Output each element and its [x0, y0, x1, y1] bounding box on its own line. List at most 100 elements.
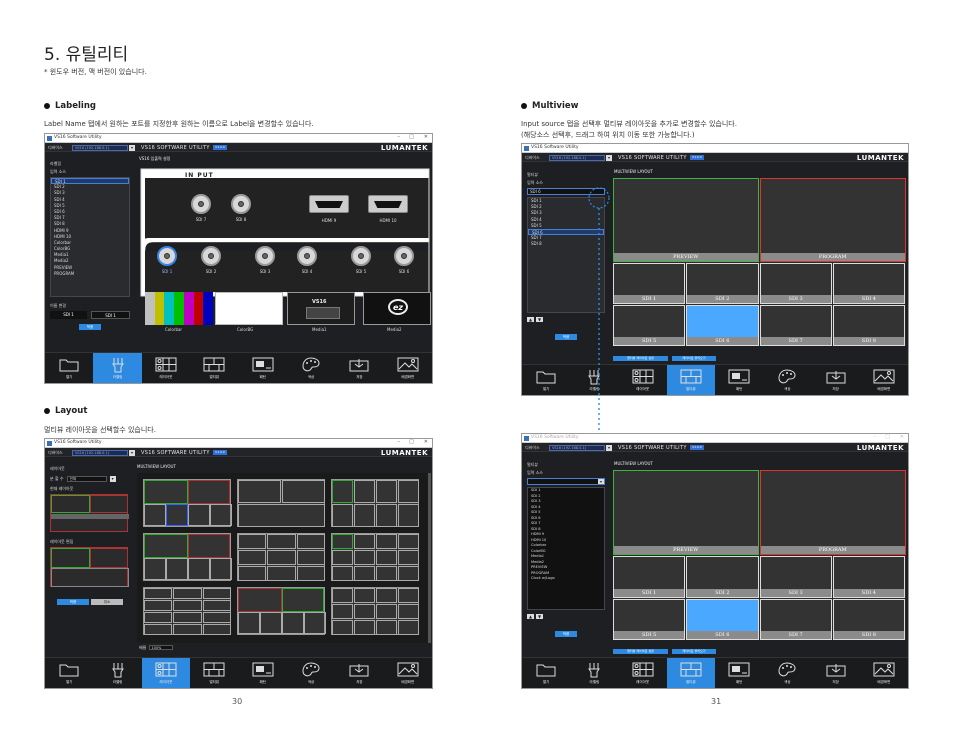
layout-thumbnail[interactable]	[237, 533, 325, 581]
multiview-layout[interactable]: PREVIEW PROGRAM SDI 1 SDI 2 SDI 3 SDI 4 SDI 5S…	[613, 178, 906, 346]
toolbar-button-pattern[interactable]: 패턴	[715, 658, 763, 688]
source-cell[interactable]: SDI 1	[613, 556, 686, 598]
toolbar-button-layout[interactable]: 레이아웃	[141, 658, 191, 688]
minimize-button[interactable]: –	[398, 134, 401, 140]
bnc-connector-icon[interactable]	[231, 194, 251, 214]
chevron-down-icon[interactable]: ▾	[606, 155, 612, 161]
toolbar-button-save[interactable]: 저장	[812, 365, 860, 395]
device-select[interactable]: VS16 (192.168.0.1)	[549, 155, 605, 161]
source-cell[interactable]: SDI 5	[613, 598, 686, 640]
layout-setting-button[interactable]: 멀티뷰 레이아웃 설정	[613, 356, 668, 361]
layout-thumbnail[interactable]	[331, 479, 419, 527]
scroll-down-button[interactable]: ▼	[536, 614, 543, 619]
layout-thumbnail[interactable]	[143, 533, 232, 581]
source-cell[interactable]: SDI 2	[686, 556, 759, 598]
preview-cell[interactable]: PREVIEW	[613, 178, 759, 262]
chevron-down-icon[interactable]: ▾	[109, 476, 116, 482]
toolbar-button-labeling[interactable]: 라벨링	[93, 658, 141, 688]
source-list[interactable]: SDI 1 SDI 2 SDI 3 SDI 4 SDI 5 SDI 6 SDI 7 SDI 8…	[50, 177, 130, 297]
source-cell[interactable]: SDI 8	[832, 598, 905, 640]
toolbar-button-wallpaper[interactable]: 배경화면	[384, 353, 432, 383]
layout-gallery[interactable]	[137, 473, 431, 643]
close-button[interactable]: ✕	[424, 439, 428, 445]
hdmi-port-icon[interactable]	[309, 195, 349, 213]
source-cell[interactable]: SDI 6	[686, 305, 759, 346]
layout-thumbnail[interactable]	[237, 587, 326, 635]
toolbar-button-multiview[interactable]: 멀티뷰	[666, 365, 715, 395]
source-cell[interactable]: SDI 7	[759, 305, 832, 346]
layout-thumbnail[interactable]	[331, 533, 419, 581]
program-cell[interactable]: PROGRAM	[759, 178, 906, 262]
toolbar-button-pattern[interactable]: 패턴	[239, 658, 287, 688]
source-select[interactable]: ▾	[527, 478, 605, 485]
close-button[interactable]: ✕	[900, 434, 904, 440]
toolbar-button-multiview[interactable]: 멀티뷰	[666, 658, 715, 688]
toolbar-button-folder[interactable]: 열기	[45, 658, 93, 688]
chevron-down-icon[interactable]: ▾	[598, 479, 604, 484]
toolbar-button-palette[interactable]: 색상	[287, 658, 335, 688]
rename-input[interactable]: SDI 1	[91, 311, 130, 319]
maximize-button[interactable]: □	[885, 434, 890, 440]
toolbar-button-labeling[interactable]: 라벨링	[570, 658, 618, 688]
source-cell[interactable]: SDI 8	[832, 305, 905, 346]
toolbar-button-layout[interactable]: 레이아웃	[619, 658, 667, 688]
toolbar-button-save[interactable]: 저장	[335, 658, 383, 688]
device-select[interactable]: VS16 (192.168.0.1)	[72, 450, 128, 456]
toolbar-button-save[interactable]: 저장	[335, 353, 383, 383]
source-dropdown-list[interactable]: SDI 1 SDI 2 SDI 3 SDI 4 SDI 5 SDI 6 SDI 7 SDI 8…	[527, 487, 605, 610]
apply-button[interactable]: 적용	[555, 334, 577, 340]
split-select[interactable]: 전체	[66, 476, 107, 482]
scroll-down-button[interactable]: ▼	[536, 317, 543, 322]
source-cell[interactable]: SDI 3	[759, 263, 832, 304]
toolbar-button-multiview[interactable]: 멀티뷰	[190, 353, 238, 383]
edit-layout-preview[interactable]	[50, 547, 129, 587]
chevron-down-icon[interactable]: ▾	[129, 450, 135, 456]
cancel-button[interactable]: 취소	[91, 599, 123, 605]
chevron-down-icon[interactable]: ▾	[606, 445, 612, 451]
colorbg-thumb[interactable]	[215, 292, 283, 325]
bnc-connector-icon[interactable]	[351, 246, 371, 266]
colorbar-thumb[interactable]	[145, 292, 214, 325]
apply-button[interactable]: 적용	[555, 631, 577, 637]
minimize-button[interactable]: –	[398, 439, 401, 445]
hdmi-port-icon[interactable]	[368, 195, 408, 213]
source-cell[interactable]: SDI 6	[686, 598, 759, 640]
minimize-button[interactable]: –	[874, 434, 877, 440]
layout-thumbnail[interactable]	[143, 587, 231, 635]
toolbar-button-palette[interactable]: 색상	[287, 353, 335, 383]
media2-thumb[interactable]: ez	[363, 292, 431, 325]
source-cell[interactable]: SDI 4	[832, 556, 905, 598]
program-cell[interactable]: PROGRAM	[759, 470, 906, 555]
maximize-button[interactable]: □	[409, 134, 414, 140]
toolbar-button-folder[interactable]: 열기	[522, 658, 570, 688]
toolbar-button-labeling[interactable]: 라벨링	[93, 353, 142, 383]
bnc-connector-icon[interactable]	[191, 194, 211, 214]
layout-thumbnail[interactable]	[331, 587, 419, 635]
layout-setting-button[interactable]: 멀티뷰 레이아웃 설정	[613, 649, 668, 654]
load-layout-button[interactable]: 레이아웃 불러오기	[672, 649, 716, 654]
layout-thumbnail[interactable]	[237, 479, 325, 527]
bnc-connector-icon[interactable]	[394, 246, 414, 266]
toolbar-button-wallpaper[interactable]: 배경화면	[860, 365, 908, 395]
multiview-layout[interactable]: PREVIEW PROGRAM SDI 1 SDI 2 SDI 3 SDI 4 SDI 5S…	[613, 470, 906, 640]
source-cell[interactable]: SDI 3	[759, 556, 832, 598]
source-cell[interactable]: SDI 4	[832, 263, 905, 304]
toolbar-button-pattern[interactable]: 패턴	[239, 353, 287, 383]
load-layout-button[interactable]: 레이아웃 불러오기	[672, 356, 716, 361]
bnc-connector-icon[interactable]	[297, 246, 317, 266]
bnc-connector-icon[interactable]	[255, 246, 275, 266]
close-button[interactable]: ✕	[424, 134, 428, 140]
toolbar-button-pattern[interactable]: 패턴	[715, 365, 763, 395]
toolbar-button-layout[interactable]: 레이아웃	[142, 353, 190, 383]
scrollbar[interactable]	[428, 473, 431, 643]
scroll-up-button[interactable]: ▲	[527, 614, 534, 619]
scroll-up-button[interactable]: ▲	[527, 317, 534, 322]
toolbar-button-palette[interactable]: 색상	[763, 365, 811, 395]
zoom-select[interactable]: 100%	[149, 645, 174, 650]
device-select[interactable]: VS16 (192.168.0.1)	[549, 445, 605, 451]
toolbar-button-multiview[interactable]: 멀티뷰	[190, 658, 238, 688]
toolbar-button-save[interactable]: 저장	[812, 658, 860, 688]
source-cell[interactable]: SDI 5	[613, 305, 686, 346]
source-cell[interactable]: SDI 1	[613, 263, 686, 304]
media1-thumb[interactable]: VS16	[287, 292, 355, 325]
